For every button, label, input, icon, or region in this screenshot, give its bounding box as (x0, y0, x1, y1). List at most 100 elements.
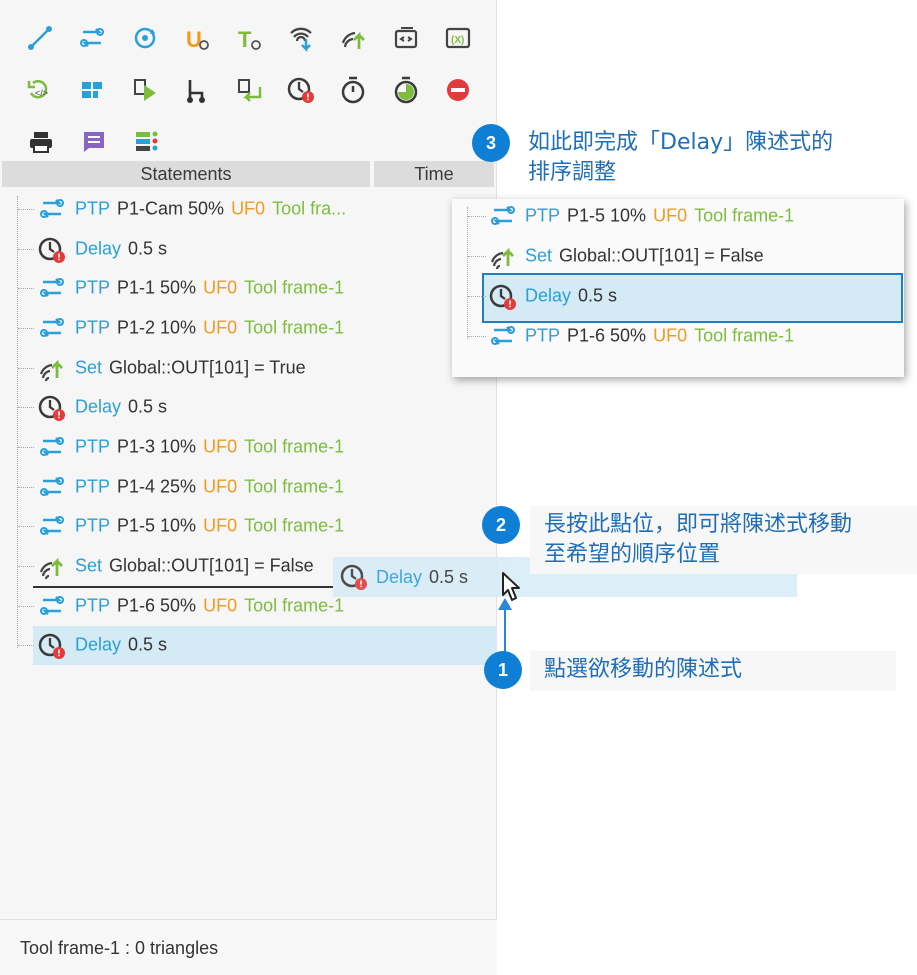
ptp-move-icon (37, 274, 67, 302)
message-button[interactable] (67, 122, 120, 162)
circle-move-button[interactable] (118, 18, 170, 58)
toolbar-row: </> (14, 64, 484, 116)
run-button[interactable] (118, 70, 170, 110)
input-signal-button[interactable] (275, 18, 327, 58)
callout-3: 3 如此即完成「Delay」陳述式的 排序調整 (472, 124, 833, 188)
statement-value: P1-6 50% (117, 595, 197, 616)
statement-value: P1-Cam 50% (117, 198, 225, 219)
return-button[interactable] (223, 70, 275, 110)
callout-1-text: 點選欲移動的陳述式 (544, 657, 743, 682)
statements-column-header[interactable]: Statements (2, 161, 370, 187)
callout-3-badge: 3 (472, 124, 510, 162)
tree-branch-line (18, 248, 34, 250)
subprogram-button[interactable] (380, 18, 432, 58)
pallet-button[interactable] (66, 70, 118, 110)
statement-row[interactable]: Delay 0.5 s (0, 387, 497, 427)
user-frame-label: UF0 (203, 515, 238, 536)
script-icon: </> (27, 80, 48, 99)
user-frame-label: UF0 (203, 436, 238, 457)
statement-keyword: Delay (75, 396, 122, 417)
output-signal-icon (342, 31, 366, 49)
timer-start-button[interactable] (380, 70, 432, 110)
timer-button[interactable] (327, 70, 379, 110)
statement-value: P1-5 10% (567, 205, 647, 226)
tree-branch-line (18, 566, 34, 568)
variable-button[interactable]: (X) (432, 18, 484, 58)
statement-keyword: PTP (75, 277, 111, 298)
print-button[interactable] (14, 122, 67, 162)
line-button[interactable] (14, 18, 66, 58)
circle-move-icon (134, 27, 155, 49)
delay-button[interactable] (275, 70, 327, 110)
statement-row[interactable]: Set Global::OUT[101] = True (0, 348, 497, 388)
variable-icon: (X) (445, 27, 470, 49)
tool-frame-button[interactable]: T (223, 18, 275, 58)
tool-frame-icon: T (238, 27, 261, 52)
svg-text:U: U (186, 27, 202, 52)
ptp-move-icon (488, 202, 518, 230)
tool-frame-label: Tool frame-1 (694, 325, 795, 346)
statement-row[interactable]: PTP P1-2 10% UF0 Tool frame-1 (0, 308, 497, 348)
user-frame-button[interactable]: U (171, 18, 223, 58)
toolbar-row: U T (X) (14, 12, 484, 64)
statement-keyword: Set (75, 555, 103, 576)
tree-branch-line (18, 645, 34, 647)
message-icon (83, 132, 104, 152)
user-frame-label: UF0 (203, 317, 238, 338)
statement-row[interactable]: PTP P1-4 25% UF0 Tool frame-1 (0, 467, 497, 507)
ptp-move-icon (37, 512, 67, 540)
callout-3-line2: 排序調整 (528, 160, 617, 185)
statement-row[interactable]: PTP P1-5 10% UF0 Tool frame-1 (0, 507, 497, 547)
statement-keyword: PTP (75, 198, 111, 219)
inset-statement-row: Set Global::OUT[101] = False (452, 236, 904, 276)
list-button[interactable] (120, 122, 173, 162)
tree-branch-line (18, 605, 34, 607)
statement-keyword: PTP (75, 436, 111, 457)
statement-row[interactable]: PTP P1-1 50% UF0 Tool frame-1 (0, 268, 497, 308)
tool-frame-label: Tool frame-1 (244, 515, 345, 536)
statement-value: Global::OUT[101] = True (109, 357, 306, 378)
ptp-move-icon (80, 28, 105, 47)
ptp-move-icon (488, 322, 518, 350)
ptp-move-button[interactable] (66, 18, 118, 58)
statement-keyword: PTP (75, 476, 111, 497)
tree-branch-line (18, 526, 34, 528)
branch-button[interactable] (171, 70, 223, 110)
statement-keyword: Delay (525, 285, 572, 306)
ptp-move-icon (37, 473, 67, 501)
statement-row[interactable]: PTP P1-Cam 50% UF0 Tool fra... (0, 189, 497, 229)
statement-toolbar: U T (X) </> (14, 12, 484, 168)
statement-value: P1-5 10% (117, 515, 197, 536)
return-icon (237, 79, 262, 102)
inset-statement-row: PTP P1-6 50% UF0 Tool frame-1 (452, 316, 904, 356)
statement-keyword: PTP (75, 515, 111, 536)
statement-row[interactable]: Delay 0.5 s (18, 625, 497, 666)
user-frame-icon: U (186, 27, 209, 52)
drop-insertion-line (33, 586, 333, 588)
ptp-move-icon (37, 433, 67, 461)
delay-icon (287, 77, 315, 103)
callout-arrow (498, 598, 512, 652)
stop-button[interactable] (432, 70, 484, 110)
statement-value: 0.5 s (128, 238, 168, 259)
inset-statement-row: PTP P1-5 10% UF0 Tool frame-1 (452, 196, 904, 236)
user-frame-label: UF0 (653, 325, 688, 346)
statement-value: Global::OUT[101] = False (109, 555, 314, 576)
delay-icon (37, 235, 67, 263)
program-panel: U T (X) </> Statements Time PTP P1-Cam 50% UF… (0, 0, 497, 975)
delay-icon (37, 631, 67, 660)
ghost-keyword: Delay (376, 567, 423, 587)
script-button[interactable]: </> (14, 70, 66, 110)
delay-icon (488, 282, 518, 310)
callout-2-line2: 至希望的順序位置 (544, 542, 721, 567)
statement-row[interactable]: PTP P1-3 10% UF0 Tool frame-1 (0, 427, 497, 467)
tree-branch-line (18, 446, 34, 448)
output-signal-button[interactable] (327, 18, 379, 58)
svg-text:</>: </> (35, 88, 48, 98)
tree-branch-line (18, 327, 34, 329)
statement-value: 0.5 s (128, 634, 168, 655)
statement-row[interactable]: Delay 0.5 s (0, 229, 497, 269)
tool-frame-label: Tool frame-1 (244, 277, 345, 298)
tree-branch-line (18, 367, 34, 369)
tool-frame-label: Tool frame-1 (244, 317, 345, 338)
